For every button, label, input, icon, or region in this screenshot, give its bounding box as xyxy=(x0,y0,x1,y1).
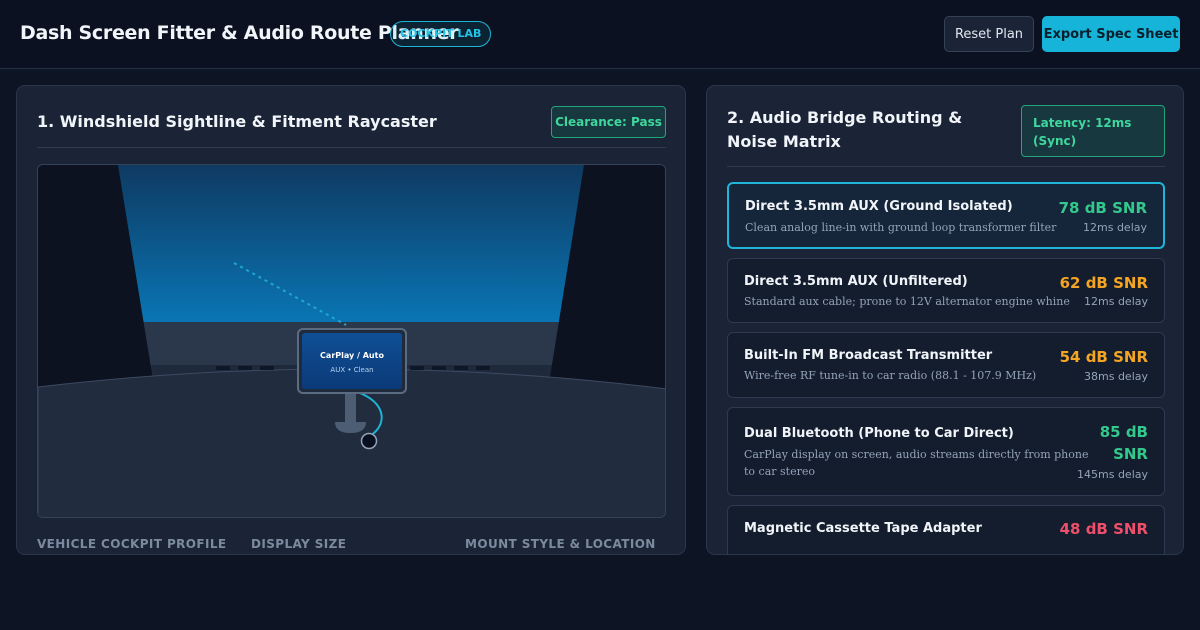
route-snr: 54 dB SNR xyxy=(1059,348,1148,366)
route-delay: 12ms delay xyxy=(1083,221,1147,234)
mount-stem xyxy=(345,394,356,422)
panel-divider xyxy=(727,166,1165,167)
panel-divider xyxy=(37,147,666,148)
screen-subtitle: AUX • Clean xyxy=(330,366,374,374)
cockpit-viewport[interactable]: CarPlay / Auto AUX • Clean xyxy=(37,164,666,518)
display-size-label: DISPLAY SIZE xyxy=(251,537,347,551)
route-delay: 145ms delay xyxy=(1077,468,1148,481)
app-header: Dash Screen Fitter & Audio Route Planner… xyxy=(0,0,1200,69)
windshield xyxy=(118,165,584,322)
route-name: Dual Bluetooth (Phone to Car Direct) xyxy=(744,426,1014,441)
screen-title: CarPlay / Auto xyxy=(320,351,384,360)
route-description: CarPlay display on screen, audio streams… xyxy=(744,448,1089,478)
route-delay: 38ms delay xyxy=(1084,370,1148,383)
audio-panel: 2. Audio Bridge Routing & Noise Matrix L… xyxy=(706,85,1184,555)
vehicle-profile-label: VEHICLE COCKPIT PROFILE xyxy=(37,537,227,551)
sightline-panel: 1. Windshield Sightline & Fitment Raycas… xyxy=(16,85,686,555)
route-delay: 12ms delay xyxy=(1084,295,1148,308)
aux-jack-icon[interactable] xyxy=(360,432,378,450)
cockpit-lab-badge: COCKPIT LAB xyxy=(390,21,492,47)
route-snr: 78 dB SNR xyxy=(1058,199,1147,217)
route-card-dual-bluetooth[interactable]: Dual Bluetooth (Phone to Car Direct) Car… xyxy=(727,407,1165,496)
clearance-badge: Clearance: Pass xyxy=(551,106,666,138)
export-spec-sheet-button[interactable]: Export Spec Sheet xyxy=(1042,16,1180,52)
route-snr: 48 dB SNR xyxy=(1059,520,1148,538)
audio-panel-title: 2. Audio Bridge Routing & Noise Matrix xyxy=(727,108,963,151)
screen-display: CarPlay / Auto AUX • Clean xyxy=(302,333,402,389)
route-card-fm-transmitter[interactable]: Built-In FM Broadcast Transmitter Wire-f… xyxy=(727,332,1165,398)
route-description: Standard aux cable; prone to 12V alterna… xyxy=(744,295,1070,308)
route-card-aux-unfiltered[interactable]: Direct 3.5mm AUX (Unfiltered) Standard a… xyxy=(727,258,1165,323)
head-unit-screen[interactable]: CarPlay / Auto AUX • Clean xyxy=(297,328,407,394)
route-name: Magnetic Cassette Tape Adapter xyxy=(744,521,982,536)
route-name: Built-In FM Broadcast Transmitter xyxy=(744,348,993,363)
route-card-cassette-adapter[interactable]: Magnetic Cassette Tape Adapter 48 dB SNR xyxy=(727,505,1165,554)
route-description: Clean analog line-in with ground loop tr… xyxy=(745,221,1057,234)
route-description: Wire-free RF tune-in to car radio (88.1 … xyxy=(744,369,1037,382)
route-card-aux-isolated[interactable]: Direct 3.5mm AUX (Ground Isolated) Clean… xyxy=(727,182,1165,249)
route-snr: 85 dB SNR xyxy=(1099,423,1148,463)
route-name: Direct 3.5mm AUX (Unfiltered) xyxy=(744,274,968,289)
route-snr: 62 dB SNR xyxy=(1059,274,1148,292)
latency-badge: Latency: 12ms (Sync) xyxy=(1021,105,1165,157)
sightline-panel-title: 1. Windshield Sightline & Fitment Raycas… xyxy=(37,112,437,131)
mount-style-label: MOUNT STYLE & LOCATION xyxy=(465,537,656,551)
route-name: Direct 3.5mm AUX (Ground Isolated) xyxy=(745,199,1013,214)
reset-plan-button[interactable]: Reset Plan xyxy=(944,16,1034,52)
